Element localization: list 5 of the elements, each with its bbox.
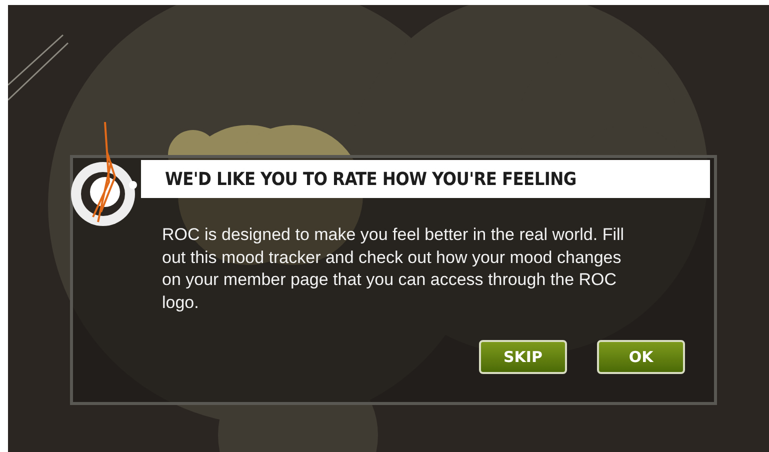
stripe-lines xyxy=(8,34,69,101)
dialog-message: ROC is designed to make you feel better in the real world. Fill out this mood tracker and check out how your mood changes on your member page that you can access through the ROC logo. xyxy=(162,224,626,314)
dialog-title: WE'D LIKE YOU TO RATE HOW YOU'RE FEELING xyxy=(165,168,576,190)
dialog-button[interactable]: OK xyxy=(597,340,685,374)
dialog-button[interactable]: SKIP xyxy=(479,340,567,374)
